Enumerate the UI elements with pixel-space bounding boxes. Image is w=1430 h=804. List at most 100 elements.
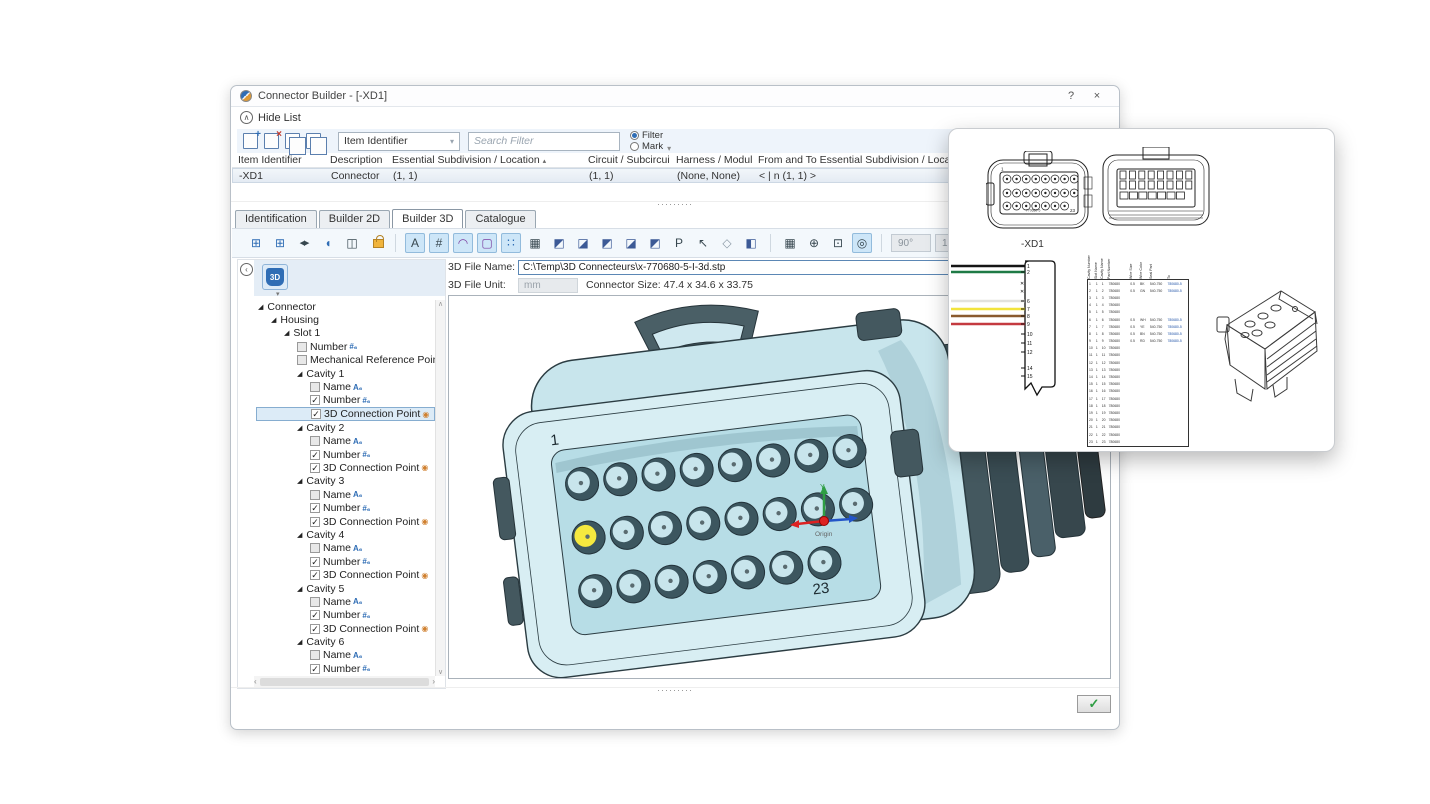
snap-box-icon[interactable]: ⊡ xyxy=(828,233,848,253)
tree-item-cavity-4[interactable]: ◢Cavity 4 xyxy=(256,528,435,541)
expander-icon[interactable]: ◢ xyxy=(297,370,302,378)
unchecked-checkbox[interactable] xyxy=(310,436,320,446)
tree-item-name[interactable]: NameA₆ xyxy=(256,542,435,555)
expander-icon[interactable]: ◢ xyxy=(297,477,302,485)
bend-visibility-icon[interactable]: ◠ xyxy=(453,233,473,253)
scroll-right-icon[interactable]: › xyxy=(432,677,435,686)
grid-visibility-icon[interactable]: ▦ xyxy=(525,233,545,253)
close-button[interactable]: × xyxy=(1084,90,1110,102)
column-header[interactable]: Description xyxy=(324,154,386,166)
checked-checkbox[interactable]: ✓ xyxy=(310,463,320,473)
tree-item-cavity-6[interactable]: ◢Cavity 6 xyxy=(256,635,435,648)
number-visibility-icon[interactable]: # xyxy=(429,233,449,253)
tree-item-name[interactable]: NameA₆ xyxy=(256,649,435,662)
tab-builder-3d[interactable]: Builder 3D xyxy=(392,209,463,228)
add-item-icon[interactable]: + xyxy=(243,133,258,149)
scroll-left-icon[interactable]: ‹ xyxy=(254,677,257,686)
tree-item-number[interactable]: ✓Number#₆ xyxy=(256,394,435,407)
tree-item-3d-connection-point[interactable]: ✓3D Connection Point◉ xyxy=(256,461,435,474)
points-visibility-icon[interactable]: ∷ xyxy=(501,233,521,253)
expander-icon[interactable]: ◢ xyxy=(297,531,302,539)
unchecked-checkbox[interactable] xyxy=(297,355,307,365)
cube-pair-icon[interactable]: ◧ xyxy=(741,233,761,253)
eraser-icon[interactable]: ◖ xyxy=(318,233,338,253)
snap-center-icon[interactable]: ⊕ xyxy=(804,233,824,253)
compare-icon[interactable]: ◀▶ xyxy=(294,233,314,253)
tree-item-cavity-2[interactable]: ◢Cavity 2 xyxy=(256,421,435,434)
tree-item-housing[interactable]: ◢Housing xyxy=(256,313,435,326)
expander-icon[interactable]: ◢ xyxy=(271,316,276,324)
add-view-alt-icon[interactable]: ⊞ xyxy=(270,233,290,253)
tree-item-name[interactable]: NameA₆ xyxy=(256,595,435,608)
tree-item-name[interactable]: NameA₆ xyxy=(256,488,435,501)
rotation-angle-input[interactable]: 90° xyxy=(891,234,931,252)
help-button[interactable]: ? xyxy=(1058,90,1084,102)
checked-checkbox[interactable]: ✓ xyxy=(310,450,320,460)
tab-builder-2d[interactable]: Builder 2D xyxy=(319,210,390,229)
confirm-button[interactable]: ✓ xyxy=(1077,695,1111,713)
frame-visibility-icon[interactable]: ▢ xyxy=(477,233,497,253)
tree-item-slot-1[interactable]: ◢Slot 1 xyxy=(256,327,435,340)
toolbar-overflow-icon[interactable]: ▾ xyxy=(667,144,671,153)
delete-item-icon[interactable]: × xyxy=(264,133,279,149)
unchecked-checkbox[interactable] xyxy=(310,543,320,553)
checked-checkbox[interactable]: ✓ xyxy=(311,409,321,419)
tab-identification[interactable]: Identification xyxy=(235,210,317,229)
tree-item-number[interactable]: ✓Number#₆ xyxy=(256,555,435,568)
placement-icon[interactable]: P xyxy=(669,233,689,253)
view-splitter[interactable]: ········· xyxy=(231,687,1119,694)
hide-list-toggle[interactable]: ∧ Hide List xyxy=(240,111,301,124)
field-selector-dropdown[interactable]: Item Identifier ▾ xyxy=(338,132,460,151)
tree-horizontal-scrollbar[interactable]: ‹ › xyxy=(254,676,435,687)
view-side-icon[interactable]: ◩ xyxy=(597,233,617,253)
scroll-down-icon[interactable]: ∨ xyxy=(438,668,443,676)
tree-item-number[interactable]: ✓Number#₆ xyxy=(256,609,435,622)
snap-circle-icon[interactable]: ◎ xyxy=(852,233,872,253)
tree-item-cavity-5[interactable]: ◢Cavity 5 xyxy=(256,582,435,595)
view-top-icon[interactable]: ◪ xyxy=(621,233,641,253)
column-header[interactable]: Essential Subdivision / Location▴ xyxy=(386,154,582,166)
collapse-panel-button[interactable]: ‹ xyxy=(240,263,253,276)
column-header[interactable]: Harness / Module xyxy=(670,154,752,166)
expander-icon[interactable]: ◢ xyxy=(284,329,289,337)
tree-item-3d-connection-point[interactable]: ✓3D Connection Point◉ xyxy=(256,568,435,581)
search-input[interactable] xyxy=(468,132,620,151)
tree-item-connector[interactable]: ◢Connector xyxy=(256,300,435,313)
mark-radio[interactable]: Mark xyxy=(630,141,663,152)
tree-item-number[interactable]: ✓Number#₆ xyxy=(256,501,435,514)
checked-checkbox[interactable]: ✓ xyxy=(310,664,320,674)
diamond-icon[interactable]: ◇ xyxy=(717,233,737,253)
check-model-icon[interactable]: ◫ xyxy=(342,233,362,253)
checked-checkbox[interactable]: ✓ xyxy=(310,557,320,567)
tree-item-name[interactable]: NameA₆ xyxy=(256,380,435,393)
tree-item-cavity-1[interactable]: ◢Cavity 1 xyxy=(256,367,435,380)
expander-icon[interactable]: ◢ xyxy=(297,585,302,593)
tree-item-name[interactable]: NameA₆ xyxy=(256,435,435,448)
tree-vertical-scrollbar[interactable]: ∧ ∨ xyxy=(435,300,445,676)
view-front-icon[interactable]: ◪ xyxy=(573,233,593,253)
scrollbar-thumb[interactable] xyxy=(260,678,430,686)
expander-icon[interactable]: ◢ xyxy=(297,638,302,646)
tree-item-3d-connection-point[interactable]: ✓3D Connection Point◉ xyxy=(256,515,435,528)
add-view-icon[interactable]: ⊞ xyxy=(246,233,266,253)
view-iso-icon[interactable]: ◩ xyxy=(549,233,569,253)
mode-3d-button[interactable]: 3D xyxy=(262,264,288,290)
checked-checkbox[interactable]: ✓ xyxy=(310,395,320,405)
tree-item-number[interactable]: ✓Number#₆ xyxy=(256,448,435,461)
expander-icon[interactable]: ◢ xyxy=(258,303,263,311)
checked-checkbox[interactable]: ✓ xyxy=(310,610,320,620)
column-header[interactable]: Item Identifier xyxy=(232,154,324,166)
tree-item-mechanical-reference-point[interactable]: Mechanical Reference Point⊡ xyxy=(256,354,435,367)
tree-item-3d-connection-point[interactable]: ✓3D Connection Point◉ xyxy=(256,407,435,421)
copy-item-icon[interactable] xyxy=(285,133,300,149)
scroll-up-icon[interactable]: ∧ xyxy=(438,301,443,308)
tab-catalogue[interactable]: Catalogue xyxy=(465,210,535,229)
paste-item-icon[interactable] xyxy=(306,133,321,149)
filter-radio[interactable]: Filter xyxy=(630,130,663,141)
tree-item-3d-connection-point[interactable]: ✓3D Connection Point◉ xyxy=(256,622,435,635)
unchecked-checkbox[interactable] xyxy=(297,342,307,352)
unchecked-checkbox[interactable] xyxy=(310,382,320,392)
lock-icon[interactable] xyxy=(366,233,386,253)
unchecked-checkbox[interactable] xyxy=(310,490,320,500)
expander-icon[interactable]: ◢ xyxy=(297,424,302,432)
